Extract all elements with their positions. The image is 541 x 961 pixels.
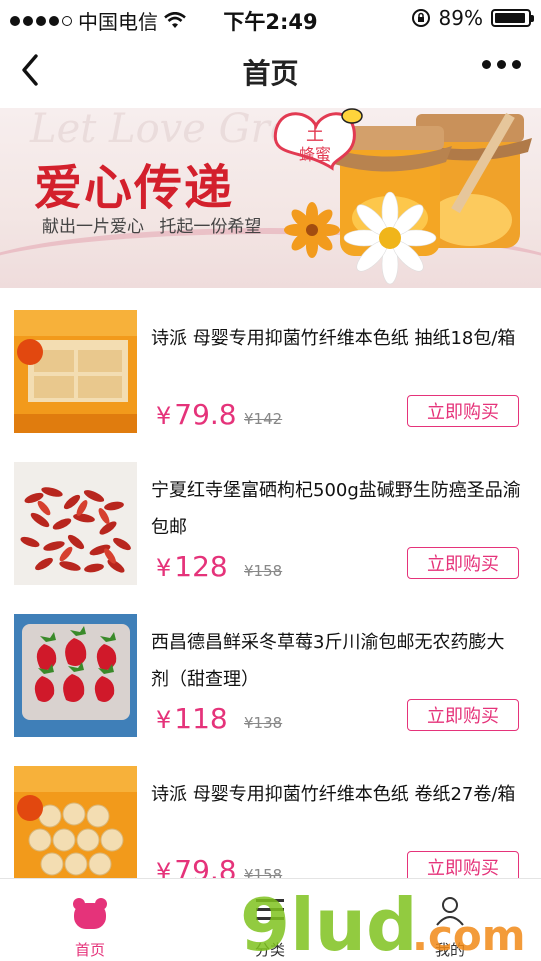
original-price: ¥138: [244, 714, 283, 732]
banner-title: 爱心传递: [34, 160, 235, 216]
battery-percent: 89%: [438, 6, 483, 30]
product-item[interactable]: 西昌德昌鲜采冬草莓3斤川渝包邮无农药膨大剂（甜查理） ¥118 ¥138 立即购…: [0, 592, 541, 744]
product-price: ¥118: [156, 702, 228, 735]
original-price: ¥158: [244, 562, 283, 580]
category-icon: [256, 899, 284, 920]
banner-subtitle: 献出一片爱心 托起一份希望: [42, 217, 262, 237]
product-price: ¥79.8: [156, 398, 237, 431]
rotation-lock-icon: [411, 9, 430, 27]
battery-icon: [491, 9, 534, 27]
tab-mine[interactable]: 我的: [390, 879, 510, 961]
buy-now-button[interactable]: 立即购买: [407, 547, 519, 579]
product-name[interactable]: 诗派 母婴专用抑菌竹纤维本色纸 卷纸27卷/箱: [151, 776, 521, 813]
product-price: ¥128: [156, 550, 228, 583]
product-name[interactable]: 西昌德昌鲜采冬草莓3斤川渝包邮无农药膨大剂（甜查理）: [151, 624, 521, 698]
product-item[interactable]: 诗派 母婴专用抑菌竹纤维本色纸 卷纸27卷/箱 ¥79.8 ¥158 立即购买: [0, 744, 541, 896]
tab-bar: 首页 分类 我的: [0, 878, 541, 961]
badge-line2: 蜂蜜: [299, 145, 331, 164]
home-bear-icon: [73, 898, 107, 929]
product-thumbnail[interactable]: [14, 310, 137, 433]
promo-banner[interactable]: Let Love Grow 爱心传递 献出一片爱心 托起一份希望 土 蜂蜜: [0, 108, 541, 288]
user-icon: [436, 897, 464, 926]
tab-home-label: 首页: [74, 941, 105, 959]
tab-category[interactable]: 分类: [210, 879, 330, 961]
status-right: 89%: [411, 6, 534, 30]
status-bar: 中国电信 下午2:49 89%: [0, 0, 541, 34]
tab-category-label: 分类: [254, 941, 285, 959]
badge-line1: 土: [306, 124, 324, 145]
tab-home[interactable]: 首页: [30, 879, 150, 961]
buy-now-button[interactable]: 立即购买: [407, 395, 519, 427]
product-thumbnail[interactable]: [14, 766, 137, 889]
nav-bar: 首页: [0, 34, 541, 108]
original-price: ¥142: [244, 410, 283, 428]
honey-jars-illustration: 土 蜂蜜: [273, 108, 532, 285]
product-item[interactable]: 诗派 母婴专用抑菌竹纤维本色纸 抽纸18包/箱 ¥79.8 ¥142 立即购买: [0, 288, 541, 440]
page-title: 首页: [242, 57, 299, 90]
tab-mine-label: 我的: [434, 941, 465, 959]
product-name[interactable]: 宁夏红寺堡富硒枸杞500g盐碱野生防癌圣品渝包邮: [151, 472, 521, 546]
more-options-icon[interactable]: [482, 60, 521, 69]
product-thumbnail[interactable]: [14, 462, 137, 585]
buy-now-button[interactable]: 立即购买: [407, 699, 519, 731]
product-name[interactable]: 诗派 母婴专用抑菌竹纤维本色纸 抽纸18包/箱: [151, 320, 521, 357]
product-item[interactable]: 宁夏红寺堡富硒枸杞500g盐碱野生防癌圣品渝包邮 ¥128 ¥158 立即购买: [0, 440, 541, 592]
product-thumbnail[interactable]: [14, 614, 137, 737]
